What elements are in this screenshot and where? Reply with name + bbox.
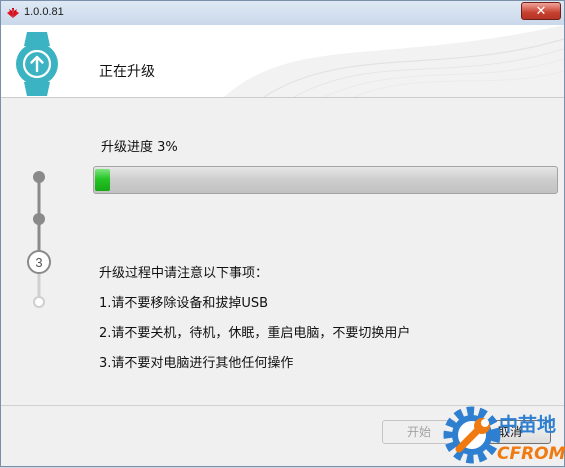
installer-window: 1.0.0.81 ✕ 正在升级 3 升级进度 3% 升级过程中请注意以下事项： … xyxy=(0,0,565,467)
note-item-2: 2.请不要关机，待机，休眠，重启电脑，不要切换用户 xyxy=(99,326,411,341)
step-4-dot xyxy=(33,296,45,308)
window-title: 1.0.0.81 xyxy=(24,6,64,18)
watermark-logo: 中苗地 CFROM xyxy=(443,406,565,464)
close-button[interactable]: ✕ xyxy=(521,2,561,20)
decorative-wave xyxy=(224,25,564,97)
step-indicator: 3 xyxy=(27,171,51,308)
step-3-number: 3 xyxy=(35,255,42,270)
watermark-text-bottom: CFROM xyxy=(497,444,565,464)
header-banner: 正在升级 xyxy=(1,25,564,98)
title-bar[interactable]: 1.0.0.81 ✕ xyxy=(1,1,564,26)
step-2-dot xyxy=(33,213,45,225)
notes-title: 升级过程中请注意以下事项： xyxy=(99,266,269,281)
watch-upgrade-icon xyxy=(16,32,58,96)
progress-bar xyxy=(93,166,558,194)
progress-label: 升级进度 3% xyxy=(101,140,178,155)
page-title: 正在升级 xyxy=(99,64,155,80)
watermark-text-top: 中苗地 xyxy=(499,413,556,436)
progress-fill xyxy=(95,169,110,191)
step-1-dot xyxy=(33,171,45,183)
note-item-1: 1.请不要移除设备和拔掉USB xyxy=(99,296,269,311)
huawei-logo-icon xyxy=(7,8,19,18)
note-item-3: 3.请不要对电脑进行其他任何操作 xyxy=(99,356,294,371)
